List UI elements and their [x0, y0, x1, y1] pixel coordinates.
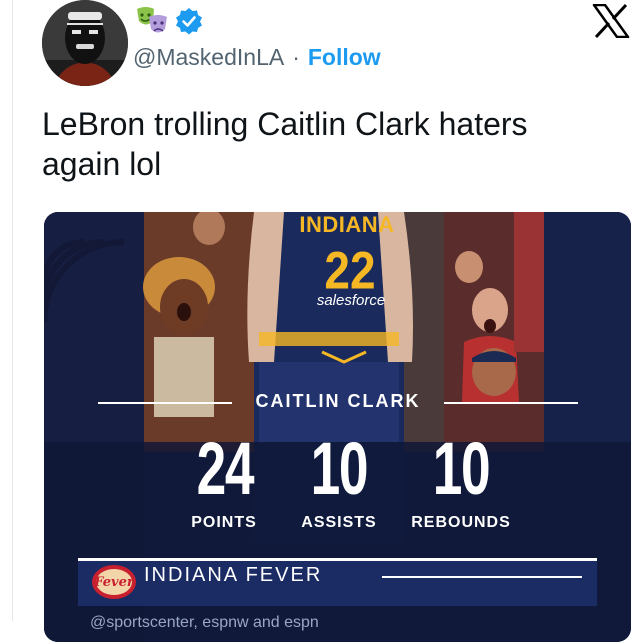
- stat-points-value: 24: [196, 427, 255, 510]
- svg-text:Fever: Fever: [93, 575, 135, 590]
- name-rule-left: [98, 402, 232, 404]
- follow-button[interactable]: Follow: [308, 44, 381, 71]
- name-row: [135, 6, 203, 36]
- avatar-image: [42, 0, 128, 86]
- team-name-rule: [382, 576, 582, 578]
- stat-rebounds-value: 10: [432, 427, 491, 510]
- verified-badge-icon: [176, 8, 202, 35]
- team-name: INDIANA FEVER: [144, 564, 323, 586]
- handle-row: @MaskedInLA · Follow: [133, 44, 381, 71]
- media-overlay: INDIANA 22 salesforce CAITLIN CLARK 24 1…: [44, 212, 631, 642]
- avatar[interactable]: [42, 0, 128, 86]
- name-rule-right: [444, 402, 578, 404]
- x-logo-icon[interactable]: [592, 4, 630, 38]
- user-handle[interactable]: @MaskedInLA: [133, 44, 284, 71]
- fever-logo-icon: Fever: [93, 575, 135, 590]
- stat-rebounds-label: REBOUNDS: [411, 514, 511, 531]
- stat-assists-value: 10: [310, 427, 369, 510]
- photo-credit: @sportscenter, espnw and espn: [90, 614, 319, 631]
- jersey-sponsor: salesforce: [316, 292, 386, 309]
- jersey-team-text: INDIANA: [299, 212, 395, 237]
- stat-assists-label: ASSISTS: [301, 514, 377, 531]
- tweet-media-image[interactable]: INDIANA 22 salesforce CAITLIN CLARK 24 1…: [44, 212, 631, 642]
- stat-points-label: POINTS: [191, 514, 257, 531]
- masks-emoji-icon: [137, 7, 167, 33]
- player-name: CAITLIN CLARK: [255, 391, 421, 411]
- timeline-divider: [12, 0, 13, 621]
- separator-dot: ·: [292, 44, 300, 70]
- tweet-text: LeBron trolling Caitlin Clark haters aga…: [42, 106, 528, 182]
- team-bar-rule: [78, 558, 597, 561]
